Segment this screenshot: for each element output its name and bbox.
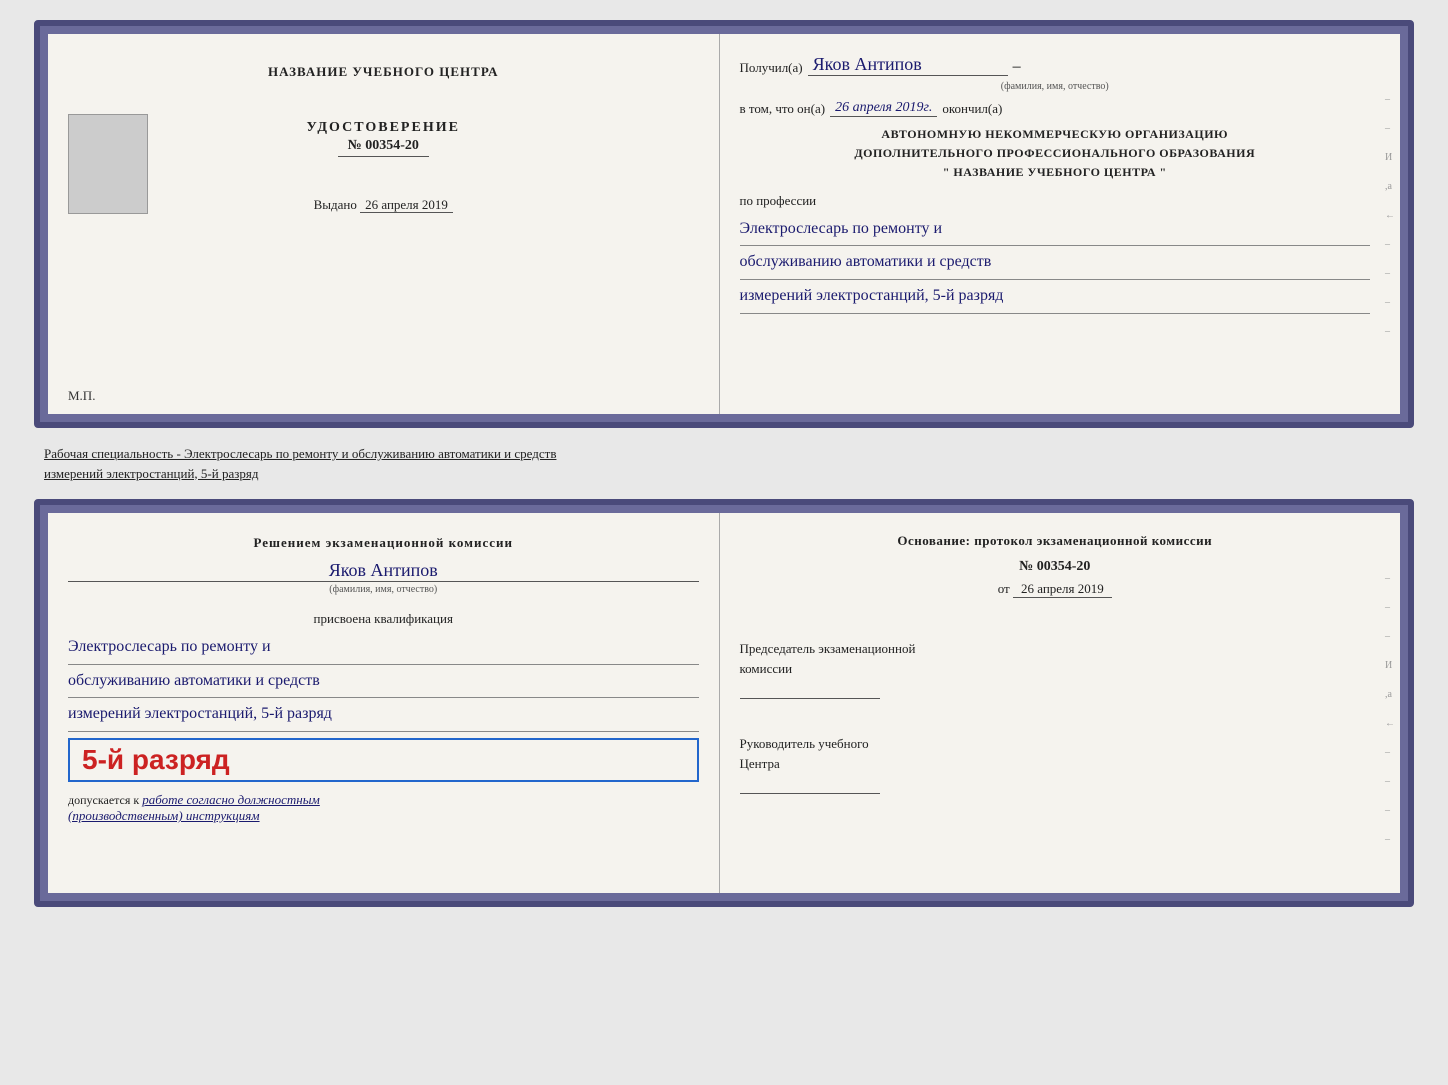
komissia-name: Яков Антипов bbox=[68, 560, 699, 582]
profession-line2: обслуживанию автоматики и средств bbox=[740, 246, 1371, 280]
dopuskaetsya-line: допускается к работе согласно должностны… bbox=[68, 792, 699, 808]
kval-text: Электрослесарь по ремонту и обслуживанию… bbox=[68, 631, 699, 732]
prisvoena-kval: присвоена квалификация bbox=[68, 611, 699, 627]
separator-line2: измерений электростанций, 5-й разряд bbox=[44, 464, 1404, 484]
recipient-line: Получил(а) Яков Антипов – bbox=[740, 54, 1371, 76]
page-top-right: Получил(а) Яков Антипов – (фамилия, имя,… bbox=[720, 34, 1401, 414]
vtom-label: в том, что он(а) bbox=[740, 101, 826, 117]
side-marks-bottom: – – – И ,а ← – – – – bbox=[1385, 573, 1395, 845]
mp-label: М.П. bbox=[68, 388, 95, 404]
proto-number: № 00354-20 bbox=[740, 559, 1371, 575]
rukovoditel-title: Руководитель учебного Центра bbox=[740, 734, 1371, 773]
udostoverenie-number: № 00354-20 bbox=[338, 136, 429, 157]
profession-text: Электрослесарь по ремонту и обслуживанию… bbox=[740, 213, 1371, 314]
tsentr-label: Центра bbox=[740, 756, 780, 771]
org-line1: АВТОНОМНУЮ НЕКОММЕРЧЕСКУЮ ОРГАНИЗАЦИЮ bbox=[740, 125, 1371, 144]
photo-placeholder bbox=[68, 114, 148, 214]
separator-area: Рабочая специальность - Электрослесарь п… bbox=[34, 438, 1414, 489]
dopusk-value2: (производственным) инструкциям bbox=[68, 808, 699, 824]
predsedatel-signature-line bbox=[740, 698, 880, 699]
okonchil-label: окончил(а) bbox=[942, 101, 1002, 117]
poluchil-label: Получил(а) bbox=[740, 60, 803, 76]
predsedatel-title: Председатель экзаменационной комиссии bbox=[740, 639, 1371, 678]
predsedatel-label: Председатель экзаменационной bbox=[740, 641, 916, 656]
kval-line3: измерений электростанций, 5-й разряд bbox=[68, 698, 699, 732]
separator-line1: Рабочая специальность - Электрослесарь п… bbox=[44, 444, 1404, 464]
razryad-badge: 5-й разряд bbox=[68, 738, 699, 782]
document-bottom: Решением экзаменационной комиссии Яков А… bbox=[34, 499, 1414, 907]
org-line2: ДОПОЛНИТЕЛЬНОГО ПРОФЕССИОНАЛЬНОГО ОБРАЗО… bbox=[740, 144, 1371, 163]
center-title-top: НАЗВАНИЕ УЧЕБНОГО ЦЕНТРА bbox=[268, 64, 499, 80]
ot-label: от bbox=[998, 581, 1010, 596]
razryad-text: 5-й разряд bbox=[82, 744, 230, 775]
org-line3: " НАЗВАНИЕ УЧЕБНОГО ЦЕНТРА " bbox=[740, 163, 1371, 182]
rukovoditel-signature-line bbox=[740, 793, 880, 794]
recipient-name: Яков Антипов bbox=[808, 54, 1008, 76]
ot-date: 26 апреля 2019 bbox=[1013, 581, 1112, 598]
vydano-date: 26 апреля 2019 bbox=[360, 197, 453, 213]
vtom-date: 26 апреля 2019г. bbox=[830, 100, 937, 117]
dash: – bbox=[1013, 58, 1021, 76]
rukovoditel-block: Руководитель учебного Центра bbox=[740, 734, 1371, 814]
dopusk-value: работе согласно должностным bbox=[142, 792, 320, 807]
kval-line1: Электрослесарь по ремонту и bbox=[68, 631, 699, 665]
page-top-left: НАЗВАНИЕ УЧЕБНОГО ЦЕНТРА УДОСТОВЕРЕНИЕ №… bbox=[48, 34, 720, 414]
po-professii: по профессии bbox=[740, 193, 1371, 209]
udostoverenie-block: УДОСТОВЕРЕНИЕ № 00354-20 bbox=[307, 120, 460, 157]
predsedatel-block: Председатель экзаменационной комиссии bbox=[740, 639, 1371, 719]
dopuskaetsya-label: допускается к bbox=[68, 793, 139, 807]
kval-line2: обслуживанию автоматики и средств bbox=[68, 665, 699, 699]
reshenie-title: Решением экзаменационной комиссии bbox=[68, 533, 699, 554]
komissia-label2: комиссии bbox=[740, 661, 793, 676]
document-top: НАЗВАНИЕ УЧЕБНОГО ЦЕНТРА УДОСТОВЕРЕНИЕ №… bbox=[34, 20, 1414, 428]
vydano-label: Выдано bbox=[314, 197, 357, 212]
vydano-block: Выдано 26 апреля 2019 bbox=[314, 197, 453, 213]
profession-line3: измерений электростанций, 5-й разряд bbox=[740, 280, 1371, 314]
page-bottom-left: Решением экзаменационной комиссии Яков А… bbox=[48, 513, 720, 893]
org-block: АВТОНОМНУЮ НЕКОММЕРЧЕСКУЮ ОРГАНИЗАЦИЮ ДО… bbox=[740, 125, 1371, 183]
osnovanie-title: Основание: протокол экзаменационной коми… bbox=[740, 533, 1371, 549]
ot-date-block: от 26 апреля 2019 bbox=[740, 581, 1371, 618]
side-marks-top: – – И ,а ← – – – – bbox=[1385, 94, 1395, 337]
profession-line1: Электрослесарь по ремонту и bbox=[740, 213, 1371, 247]
udostoverenie-title: УДОСТОВЕРЕНИЕ bbox=[307, 120, 460, 136]
rukovoditel-label: Руководитель учебного bbox=[740, 736, 869, 751]
fio-subtitle-top: (фамилия, имя, отчество) bbox=[740, 81, 1371, 92]
fio-subtitle-bottom: (фамилия, имя, отчество) bbox=[68, 584, 699, 595]
page-bottom-right: Основание: протокол экзаменационной коми… bbox=[720, 513, 1401, 893]
vtom-line: в том, что он(а) 26 апреля 2019г. окончи… bbox=[740, 100, 1371, 117]
